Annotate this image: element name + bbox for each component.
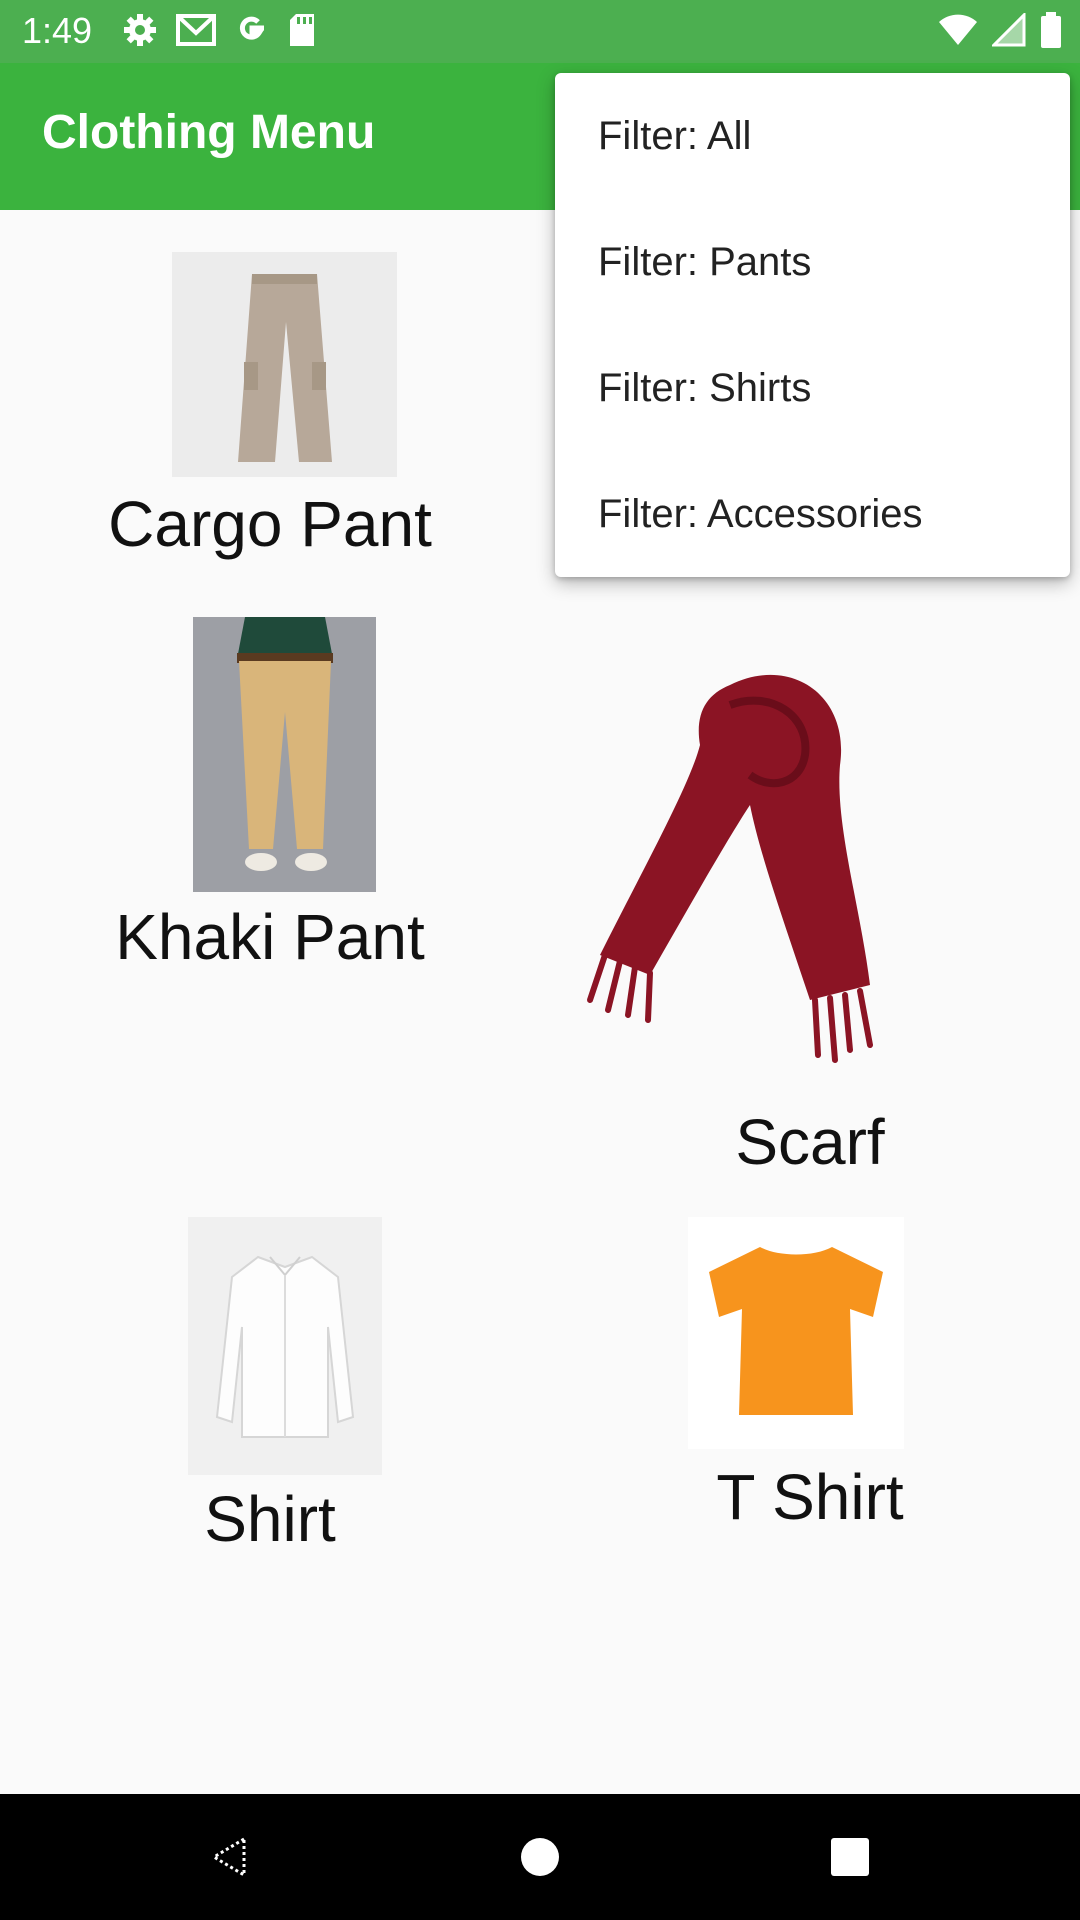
battery-icon: [1041, 12, 1061, 48]
back-button[interactable]: [158, 1794, 298, 1920]
grid-item-scarf[interactable]: Scarf: [540, 610, 1080, 1210]
shirt-image: [188, 1217, 382, 1475]
home-button[interactable]: [470, 1794, 610, 1920]
recents-icon: [831, 1838, 869, 1876]
menu-item-filter-all[interactable]: Filter: All: [555, 73, 1070, 199]
menu-item-filter-accessories[interactable]: Filter: Accessories: [555, 451, 1070, 577]
t-shirt-image: [688, 1217, 904, 1449]
status-time: 1:49: [22, 10, 93, 51]
google-icon: [239, 16, 264, 40]
filter-menu: Filter: All Filter: Pants Filter: Shirts…: [555, 73, 1070, 577]
home-icon: [521, 1838, 559, 1876]
grid-item-shirt[interactable]: Shirt: [0, 1210, 540, 1580]
grid-item-khaki-pant[interactable]: Khaki Pant: [0, 610, 540, 1000]
item-label: T Shirt: [716, 1461, 904, 1533]
status-bar: 1:49: [0, 0, 1080, 63]
signal-icon: [992, 13, 1026, 47]
khaki-pant-image: [193, 617, 376, 892]
scarf-image: [587, 674, 873, 1063]
sd-card-icon: [290, 14, 314, 46]
menu-item-filter-pants[interactable]: Filter: Pants: [555, 199, 1070, 325]
item-label: Cargo Pant: [108, 488, 432, 560]
item-label: Scarf: [735, 1106, 885, 1178]
grid-item-cargo-pant[interactable]: Cargo Pant: [0, 210, 540, 570]
item-label: Khaki Pant: [115, 901, 425, 973]
menu-item-filter-shirts[interactable]: Filter: Shirts: [555, 325, 1070, 451]
recents-button[interactable]: [780, 1794, 920, 1920]
wifi-icon: [939, 14, 977, 45]
back-icon: [211, 1836, 246, 1878]
cargo-pant-image: [172, 252, 397, 477]
item-label: Shirt: [204, 1483, 336, 1555]
settings-icon: [124, 14, 156, 46]
navigation-bar: [0, 1794, 1080, 1920]
app-title: Clothing Menu: [42, 106, 376, 159]
grid-item-t-shirt[interactable]: T Shirt: [540, 1210, 1080, 1580]
gmail-icon: [176, 14, 216, 46]
